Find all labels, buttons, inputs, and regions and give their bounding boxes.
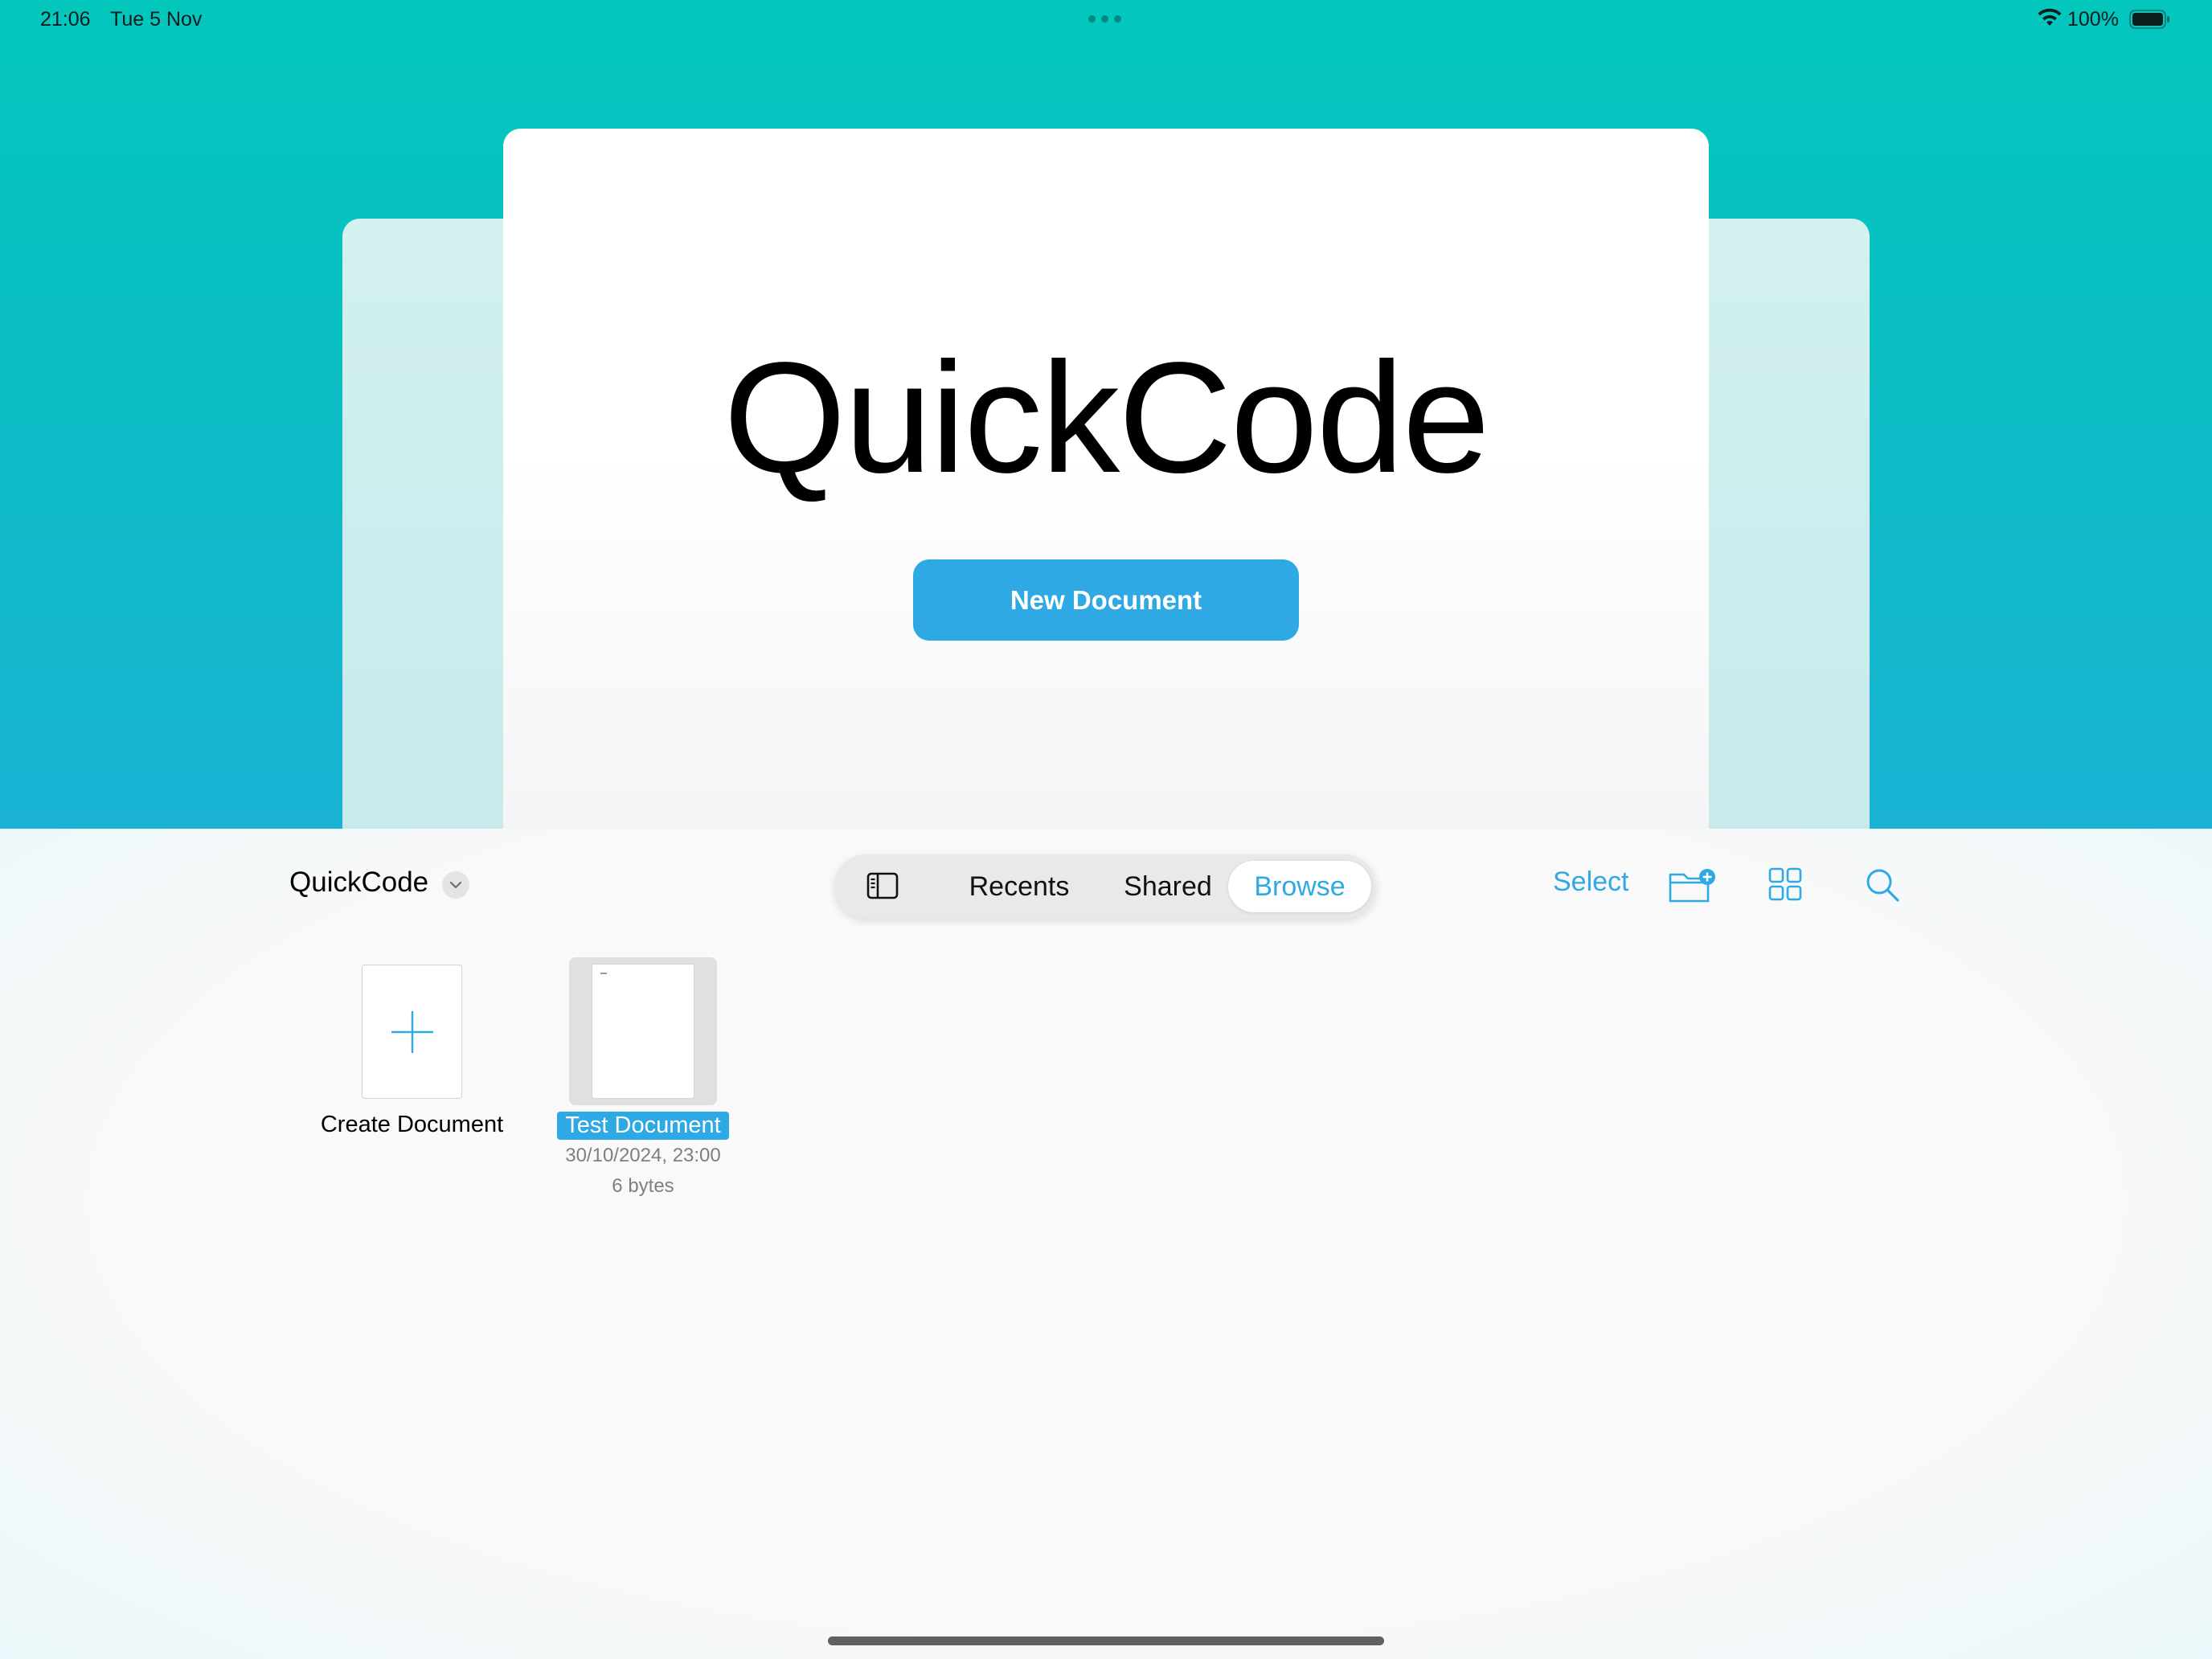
test-document-date: 30/10/2024, 23:00: [565, 1145, 721, 1166]
plus-icon: [391, 1011, 433, 1053]
new-folder-icon[interactable]: [1668, 867, 1716, 904]
document-browser: QuickCode Recents Shared Browse Select C…: [0, 829, 2212, 1659]
create-document-thumbnail[interactable]: [362, 965, 462, 1099]
sidebar-icon[interactable]: [866, 872, 899, 899]
hero-banner: 21:06 Tue 5 Nov 100% QuickCode New Docum…: [0, 0, 2212, 829]
tab-browse[interactable]: Browse: [1228, 861, 1371, 912]
grid-view-icon[interactable]: [1768, 867, 1802, 901]
test-document-label[interactable]: Test Document: [557, 1112, 729, 1140]
search-icon[interactable]: [1865, 867, 1900, 903]
location-title[interactable]: QuickCode: [289, 866, 428, 899]
chevron-down-icon[interactable]: [442, 871, 469, 899]
browser-tab-bar: Recents Shared Browse: [834, 854, 1376, 919]
document-preview: [592, 964, 694, 1099]
test-document-size: 6 bytes: [612, 1175, 674, 1197]
test-document-thumbnail[interactable]: [569, 957, 717, 1105]
battery-percentage: 100%: [2067, 8, 2119, 31]
tab-recents[interactable]: Recents: [947, 854, 1092, 919]
status-bar: 21:06 Tue 5 Nov 100%: [0, 0, 2212, 39]
select-button[interactable]: Select: [1553, 866, 1629, 898]
launch-card: QuickCode New Document: [503, 129, 1709, 829]
test-document-label-wrap: Test Document: [551, 1112, 735, 1140]
multitasking-dots-icon[interactable]: [1088, 15, 1121, 23]
home-indicator[interactable]: [828, 1636, 1384, 1645]
status-date: Tue 5 Nov: [110, 8, 203, 31]
app-title: QuickCode: [723, 330, 1490, 506]
wifi-icon: [2038, 8, 2062, 26]
create-document-label[interactable]: Create Document: [281, 1112, 543, 1138]
new-document-button[interactable]: New Document: [913, 559, 1299, 641]
tab-shared[interactable]: Shared: [1100, 854, 1236, 919]
status-time: 21:06: [40, 8, 91, 31]
battery-icon: [2129, 10, 2169, 29]
